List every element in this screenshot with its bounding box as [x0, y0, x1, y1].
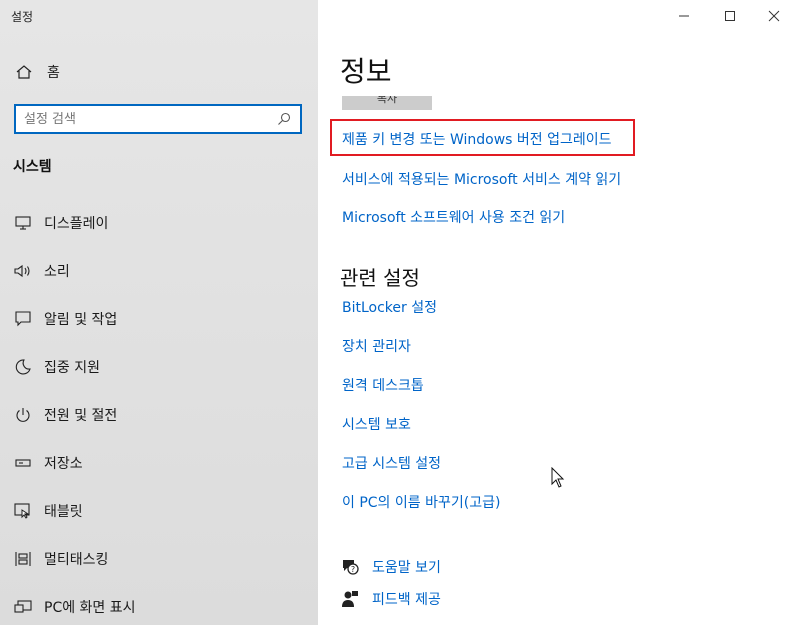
home-icon — [16, 65, 32, 79]
notification-icon — [14, 310, 32, 328]
moon-icon — [14, 358, 32, 376]
sidebar-item-power[interactable]: 전원 및 절전 — [0, 395, 318, 435]
help-chat-icon: ? — [340, 557, 360, 577]
page-title: 정보 — [340, 55, 392, 88]
monitor-icon — [14, 214, 32, 232]
sidebar-item-label: 멀티태스킹 — [44, 552, 109, 568]
maximize-button[interactable] — [707, 0, 753, 32]
home-label: 홈 — [47, 65, 60, 81]
link-license-terms[interactable]: Microsoft 소프트웨어 사용 조건 읽기 — [342, 207, 565, 227]
section-label-system: 시스템 — [13, 159, 52, 175]
link-device-manager[interactable]: 장치 관리자 — [342, 336, 411, 356]
sidebar-item-notifications[interactable]: 알림 및 작업 — [0, 299, 318, 339]
search-box[interactable] — [14, 104, 302, 134]
sidebar-item-label: 집중 지원 — [44, 360, 100, 376]
sidebar-item-label: 전원 및 절전 — [44, 408, 118, 424]
main-content: 정보 복사 제품 키 변경 또는 Windows 버전 업그레이드 서비스에 적… — [318, 0, 793, 625]
sidebar-item-tablet[interactable]: 태블릿 — [0, 491, 318, 531]
sidebar-item-label: 알림 및 작업 — [44, 312, 118, 328]
feedback-label: 피드백 제공 — [372, 592, 441, 608]
sidebar-item-label: 소리 — [44, 264, 70, 280]
maximize-icon — [725, 11, 735, 21]
feedback-link[interactable]: 피드백 제공 — [340, 587, 441, 611]
related-settings-title: 관련 설정 — [340, 266, 420, 290]
sidebar-item-label: 디스플레이 — [44, 216, 109, 232]
sidebar-item-multitasking[interactable]: 멀티태스킹 — [0, 539, 318, 579]
link-services-agreement[interactable]: 서비스에 적용되는 Microsoft 서비스 계약 읽기 — [342, 169, 621, 189]
sidebar-item-label: PC에 화면 표시 — [44, 600, 136, 616]
sidebar-item-project[interactable]: PC에 화면 표시 — [0, 587, 318, 625]
sidebar-item-storage[interactable]: 저장소 — [0, 443, 318, 483]
sidebar-item-home[interactable]: 홈 — [15, 60, 60, 84]
sidebar: 설정 홈 시스템 디스플레이 소리 알림 및 작업 — [0, 0, 318, 625]
link-rename-pc[interactable]: 이 PC의 이름 바꾸기(고급) — [342, 492, 500, 512]
minimize-button[interactable] — [661, 0, 707, 32]
search-icon[interactable] — [276, 111, 292, 127]
project-icon — [14, 598, 32, 616]
feedback-icon — [340, 589, 360, 609]
get-help-link[interactable]: ? 도움말 보기 — [340, 555, 441, 579]
get-help-label: 도움말 보기 — [372, 560, 441, 576]
link-system-protection[interactable]: 시스템 보호 — [342, 414, 411, 434]
close-icon — [768, 10, 780, 22]
sidebar-item-label: 태블릿 — [44, 504, 83, 520]
tablet-icon — [14, 502, 32, 520]
sidebar-item-focus-assist[interactable]: 집중 지원 — [0, 347, 318, 387]
mouse-cursor-icon — [551, 467, 565, 488]
copy-button[interactable]: 복사 — [342, 96, 432, 110]
multitasking-icon — [14, 550, 32, 568]
close-button[interactable] — [751, 0, 793, 32]
link-remote-desktop[interactable]: 원격 데스크톱 — [342, 375, 424, 395]
svg-text:?: ? — [351, 565, 355, 574]
sidebar-item-display[interactable]: 디스플레이 — [0, 203, 318, 243]
link-change-product-key[interactable]: 제품 키 변경 또는 Windows 버전 업그레이드 — [342, 129, 612, 149]
sidebar-item-label: 저장소 — [44, 456, 83, 472]
power-icon — [14, 406, 32, 424]
link-advanced-system-settings[interactable]: 고급 시스템 설정 — [342, 453, 441, 473]
search-input[interactable] — [24, 111, 276, 127]
storage-icon — [14, 454, 32, 472]
speaker-icon — [14, 262, 32, 280]
window-title: 설정 — [11, 10, 34, 24]
link-bitlocker[interactable]: BitLocker 설정 — [342, 297, 437, 317]
minimize-icon — [679, 15, 689, 17]
sidebar-item-sound[interactable]: 소리 — [0, 251, 318, 291]
